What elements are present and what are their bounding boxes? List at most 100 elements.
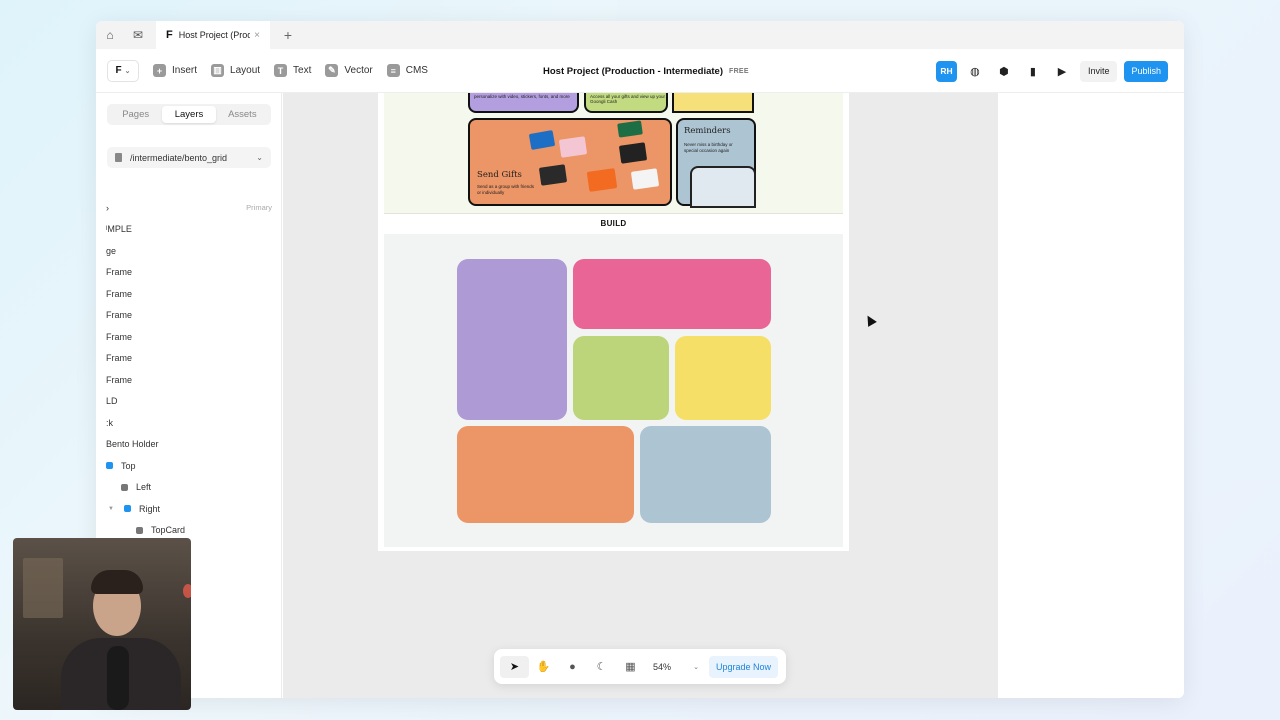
reference-preview[interactable]: personalize with video, stickers, fonts,… xyxy=(384,93,843,214)
document-title-text: Host Project (Production - Intermediate) xyxy=(543,65,723,77)
stack-icon xyxy=(106,462,113,470)
gift-card xyxy=(586,168,618,192)
zoom-select[interactable]: 54% ⌄ xyxy=(653,662,699,672)
cms-label: CMS xyxy=(405,65,428,76)
layer-label: Bento Holder xyxy=(106,439,159,450)
preview-card: personalize with video, stickers, fonts,… xyxy=(468,93,579,113)
frame-icon xyxy=(121,483,128,491)
analytics-icon[interactable]: ▮ xyxy=(1022,60,1044,82)
bento-card-bottom-left[interactable] xyxy=(457,426,634,523)
comment-icon[interactable]: ● xyxy=(558,656,587,678)
layer-label: Frame xyxy=(106,267,133,278)
layer-item[interactable]: Bento Holder xyxy=(106,434,272,456)
dark-mode-icon[interactable]: ☾ xyxy=(587,656,616,678)
upgrade-button[interactable]: Upgrade Now xyxy=(709,655,779,678)
insert-button[interactable]: + Insert xyxy=(153,64,197,77)
stack-icon xyxy=(123,505,131,513)
globe-icon[interactable]: ◍ xyxy=(964,60,986,82)
layer-item[interactable]: Frame xyxy=(106,348,272,370)
layer-label: Right xyxy=(138,503,160,514)
vector-button[interactable]: ✎ Vector xyxy=(325,64,373,77)
document-title[interactable]: Host Project (Production - Intermediate)… xyxy=(543,49,749,93)
layout-label: Layout xyxy=(230,65,261,76)
layer-note: Primary xyxy=(246,203,272,213)
text-icon: T xyxy=(274,64,288,77)
design-canvas[interactable]: personalize with video, stickers, fonts,… xyxy=(283,93,998,698)
preview-text: Send as a group with friends or individu… xyxy=(477,184,535,195)
bento-card-top[interactable] xyxy=(573,259,771,329)
play-icon[interactable]: ▶ xyxy=(1051,60,1073,82)
layer-label: Frame xyxy=(106,288,133,299)
tab-document[interactable]: F Host Project (Prod. × xyxy=(156,21,270,49)
bento-card-left[interactable] xyxy=(457,259,567,420)
layer-item[interactable]: :k xyxy=(106,412,272,434)
reminders-card: Reminders Never miss a birthday or speci… xyxy=(676,118,756,208)
bento-card-mid-left[interactable] xyxy=(573,336,669,420)
layer-item[interactable]: Frame xyxy=(106,305,272,327)
layer-item[interactable]: ▼ Right xyxy=(106,498,272,520)
preview-text: Access all your gifts and view up your G… xyxy=(590,94,666,104)
webcam-overlay xyxy=(13,538,191,710)
cms-button[interactable]: ≡ CMS xyxy=(386,64,428,77)
section-label: BUILD xyxy=(600,219,627,228)
layer-item[interactable]: LD xyxy=(106,391,272,413)
gift-card xyxy=(618,142,648,164)
layer-label: Left xyxy=(136,482,152,493)
layout-icon: ▥ xyxy=(211,64,225,77)
settings-icon[interactable]: ⬢ xyxy=(993,60,1015,82)
layer-label: TopCard xyxy=(151,525,186,536)
gift-card xyxy=(558,136,588,158)
right-toolbar: RH ◍ ⬢ ▮ ▶ Invite Publish xyxy=(935,49,1168,93)
layer-item[interactable]: Frame xyxy=(106,369,272,391)
hand-tool-icon[interactable]: ✋ xyxy=(529,656,558,678)
caret-down-icon[interactable]: ▼ xyxy=(108,506,114,512)
tab-bar: ⌂ ✉ F Host Project (Prod. × + xyxy=(96,21,1184,49)
layer-label: Top xyxy=(121,460,136,471)
layer-item[interactable]: Frame xyxy=(106,283,272,305)
preview-text: personalize with video, stickers, fonts,… xyxy=(474,94,570,99)
select-tool-icon[interactable]: ➤ xyxy=(500,655,529,678)
layer-item[interactable]: Left xyxy=(106,477,272,499)
insert-label: Insert xyxy=(172,65,198,76)
database-icon: ≡ xyxy=(386,64,400,77)
bento-card-bottom-right[interactable] xyxy=(640,426,771,523)
layer-item[interactable]: ge xyxy=(106,240,272,262)
gift-card xyxy=(617,120,643,138)
layer-item[interactable]: ˡMPLE xyxy=(106,219,272,241)
chevron-down-icon: ⌄ xyxy=(256,153,263,162)
tab-pages[interactable]: Pages xyxy=(109,106,162,123)
phone-mockup xyxy=(690,166,756,208)
publish-button[interactable]: Publish xyxy=(1124,60,1168,82)
top-toolbar: F ⌄ + Insert ▥ Layout T Text ✎ Vector ≡ … xyxy=(96,49,1184,93)
tab-layers[interactable]: Layers xyxy=(162,106,216,123)
avatar[interactable]: RH xyxy=(935,60,957,82)
layer-label: Frame xyxy=(106,310,133,321)
pen-icon: ✎ xyxy=(325,64,339,77)
send-gifts-card: Send Gifts Send as a group with friends … xyxy=(468,118,672,206)
bento-card-mid-right[interactable] xyxy=(675,336,771,420)
webcam-light xyxy=(183,584,191,598)
layer-item[interactable]: Top xyxy=(106,455,272,477)
grid-icon[interactable]: ▦ xyxy=(616,656,645,678)
new-tab-button[interactable]: + xyxy=(274,27,302,43)
close-tab-icon[interactable]: × xyxy=(254,30,260,41)
inbox-icon[interactable]: ✉ xyxy=(124,21,152,49)
bento-holder[interactable] xyxy=(384,234,843,547)
layer-label: › xyxy=(106,202,109,213)
page-frame[interactable]: personalize with video, stickers, fonts,… xyxy=(378,93,849,551)
layout-button[interactable]: ▥ Layout xyxy=(211,64,260,77)
layer-item[interactable]: › Primary xyxy=(106,197,272,219)
layer-label: ˡMPLE xyxy=(106,224,132,235)
layer-label: Frame xyxy=(106,353,133,364)
layer-item[interactable]: Frame xyxy=(106,262,272,284)
layer-item[interactable]: Frame xyxy=(106,326,272,348)
microphone-icon xyxy=(107,646,129,710)
home-icon[interactable]: ⌂ xyxy=(96,21,124,49)
framer-menu-button[interactable]: F ⌄ xyxy=(107,59,139,82)
invite-button[interactable]: Invite xyxy=(1079,60,1118,82)
frame-icon xyxy=(136,526,143,534)
layer-label: ge xyxy=(106,245,117,256)
page-path-select[interactable]: /intermediate/bento_grid ⌄ xyxy=(107,147,271,168)
text-button[interactable]: T Text xyxy=(274,64,311,77)
tab-assets[interactable]: Assets xyxy=(216,106,269,123)
